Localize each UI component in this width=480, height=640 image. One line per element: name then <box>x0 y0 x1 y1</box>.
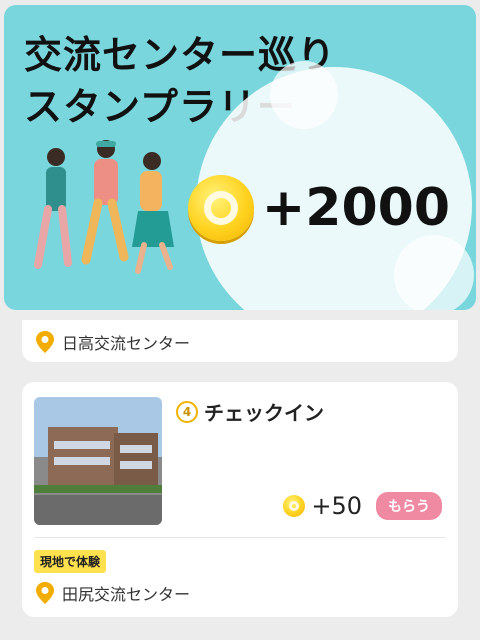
step-number-badge: 4 <box>176 400 198 423</box>
map-pin-icon <box>36 582 54 604</box>
location-label: 田尻交流センター <box>62 585 191 604</box>
get-button[interactable]: もらう <box>376 492 442 520</box>
stamp-card[interactable]: 4 チェックイン +50 もらう 現地で体験 田尻交流センター <box>22 382 458 617</box>
points-row: +50 もらう <box>283 492 442 520</box>
checkin-title: 4 チェックイン <box>176 397 324 426</box>
previous-card[interactable]: 日高交流センター <box>22 320 458 362</box>
points-value: +50 <box>311 492 362 520</box>
walking-people-illustration <box>34 140 174 274</box>
coin-icon <box>187 175 254 241</box>
campaign-banner[interactable]: 交流センター巡り スタンプラリー +2000 <box>4 5 476 310</box>
coin-icon <box>283 495 306 517</box>
checkin-label: チェックイン <box>204 401 324 425</box>
location-row: 日高交流センター <box>36 330 190 354</box>
divider <box>34 537 446 538</box>
building-photo <box>34 397 162 525</box>
map-pin-icon <box>36 331 54 353</box>
on-site-tag: 現地で体験 <box>34 550 107 573</box>
location-row: 田尻交流センター <box>36 581 190 605</box>
banner-reward: +2000 <box>187 175 450 241</box>
banner-reward-value: +2000 <box>261 178 450 238</box>
location-label: 日高交流センター <box>62 334 191 353</box>
